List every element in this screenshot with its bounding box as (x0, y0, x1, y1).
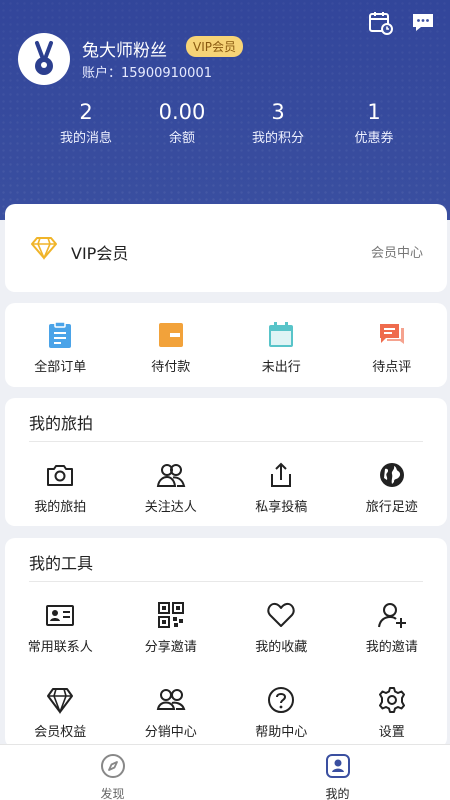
tab-label: 我的 (325, 787, 350, 800)
calendar-icon (269, 322, 294, 347)
order-all[interactable]: 全部订单 (5, 320, 116, 375)
orders-card: 全部订单 待付款 未出行 待点评 (5, 303, 447, 387)
tool-distribution[interactable]: 分销中心 (116, 685, 227, 740)
comment-icon (379, 324, 404, 344)
stat-label: 我的积分 (251, 131, 304, 146)
calendar-check-icon[interactable] (368, 10, 394, 36)
tool-favorites[interactable]: 我的收藏 (226, 600, 337, 655)
tool-label: 常用联系人 (27, 640, 93, 655)
stat-coupons[interactable]: 1 优惠券 (336, 100, 412, 146)
travel-label: 关注达人 (144, 500, 197, 515)
vip-title: VIP会员 (71, 244, 129, 263)
divider (29, 581, 423, 582)
order-label: 待点评 (372, 360, 412, 375)
gear-icon (378, 687, 405, 713)
order-label: 未出行 (261, 360, 301, 375)
diamond-icon (30, 236, 58, 264)
divider (29, 441, 423, 442)
travel-label: 私享投稿 (255, 500, 308, 515)
tab-label: 发现 (100, 787, 125, 800)
tool-label: 我的邀请 (365, 640, 418, 655)
compass-icon (100, 754, 125, 778)
avatar[interactable] (18, 33, 70, 85)
vip-badge[interactable]: VIP会员 (186, 36, 243, 57)
tool-label: 会员权益 (34, 725, 87, 740)
tool-member-benefits[interactable]: 会员权益 (5, 685, 116, 740)
member-center-link[interactable]: 会员中心 (371, 242, 423, 261)
group-icon (156, 689, 186, 710)
order-pending-payment[interactable]: 待付款 (116, 320, 227, 375)
help-icon (268, 687, 295, 713)
profile-header: 兔大师粉丝 VIP会员 账户：15900910001 2 我的消息 0.00 余… (0, 0, 450, 220)
section-title: 我的旅拍 (29, 414, 94, 433)
stat-value: 2 (79, 100, 93, 124)
rabbit-logo-icon (35, 41, 53, 75)
message-icon[interactable] (410, 10, 436, 36)
travel-my-photos[interactable]: 我的旅拍 (5, 460, 116, 515)
people-icon (156, 464, 186, 487)
tool-label: 帮助中心 (255, 725, 308, 740)
clipboard-icon (49, 321, 72, 348)
tool-label: 我的收藏 (255, 640, 308, 655)
camera-icon (47, 465, 74, 486)
contact-card-icon (46, 605, 75, 626)
stat-value: 1 (367, 100, 381, 124)
tab-discover[interactable]: 发现 (0, 745, 225, 800)
travel-label: 我的旅拍 (34, 500, 87, 515)
tool-settings[interactable]: 设置 (337, 685, 448, 740)
tool-label: 分享邀请 (144, 640, 197, 655)
profile-icon (325, 754, 350, 778)
qrcode-icon (157, 602, 184, 628)
bottom-tab-bar: 发现 我的 (0, 744, 450, 800)
diamond-icon (47, 688, 74, 715)
stat-value: 0.00 (158, 100, 206, 124)
globe-icon (379, 463, 404, 487)
tool-label: 分销中心 (144, 725, 197, 740)
tool-share-invite[interactable]: 分享邀请 (116, 600, 227, 655)
stat-points[interactable]: 3 我的积分 (240, 100, 316, 146)
travel-footprints[interactable]: 旅行足迹 (337, 460, 448, 515)
tool-contacts[interactable]: 常用联系人 (5, 600, 116, 655)
travel-card: 我的旅拍 我的旅拍 关注达人 私享投稿 旅行足迹 (5, 398, 447, 526)
upload-icon (271, 462, 292, 487)
tab-mine[interactable]: 我的 (225, 745, 450, 800)
tool-help-center[interactable]: 帮助中心 (226, 685, 337, 740)
wallet-icon (158, 323, 183, 347)
stat-label: 我的消息 (59, 131, 112, 146)
heart-icon (267, 602, 295, 627)
stat-value: 3 (271, 100, 285, 124)
section-title: 我的工具 (29, 554, 94, 573)
stat-messages[interactable]: 2 我的消息 (48, 100, 124, 146)
tools-card: 我的工具 常用联系人 分享邀请 我的收藏 我的邀请 会员权益 分销中心 帮助中心… (5, 538, 447, 748)
order-label: 全部订单 (34, 360, 87, 375)
travel-label: 旅行足迹 (365, 500, 418, 515)
stats-row: 2 我的消息 0.00 余额 3 我的积分 1 优惠券 (48, 100, 412, 146)
add-user-icon (377, 603, 406, 628)
vip-card[interactable]: VIP会员 会员中心 (5, 204, 447, 292)
order-not-traveled[interactable]: 未出行 (226, 320, 337, 375)
user-name: 兔大师粉丝 (82, 41, 167, 61)
stat-label: 优惠券 (354, 131, 394, 146)
travel-submit[interactable]: 私享投稿 (226, 460, 337, 515)
order-to-review[interactable]: 待点评 (337, 320, 448, 375)
stat-balance[interactable]: 0.00 余额 (144, 100, 220, 146)
tool-label: 设置 (378, 725, 405, 740)
tool-my-invites[interactable]: 我的邀请 (337, 600, 448, 655)
order-label: 待付款 (151, 360, 191, 375)
account-number: 账户：15900910001 (82, 66, 212, 81)
stat-label: 余额 (168, 131, 195, 146)
travel-follow-experts[interactable]: 关注达人 (116, 460, 227, 515)
